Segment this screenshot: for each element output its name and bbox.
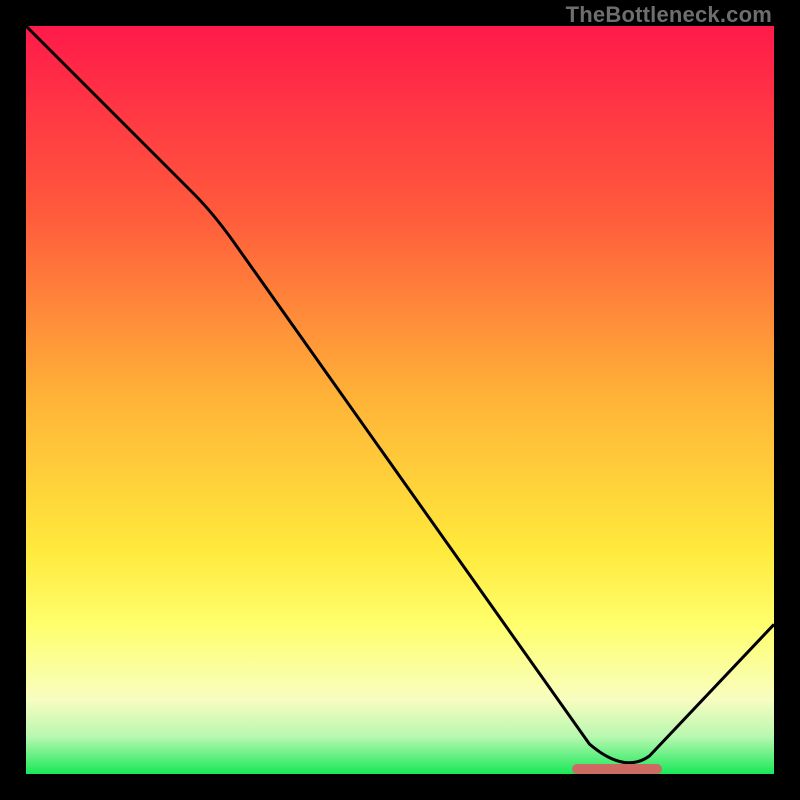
plot-area bbox=[26, 26, 774, 774]
bottleneck-curve bbox=[26, 26, 774, 774]
optimal-range-marker bbox=[572, 764, 662, 774]
watermark-text: TheBottleneck.com bbox=[566, 2, 772, 28]
chart-frame: TheBottleneck.com bbox=[0, 0, 800, 800]
